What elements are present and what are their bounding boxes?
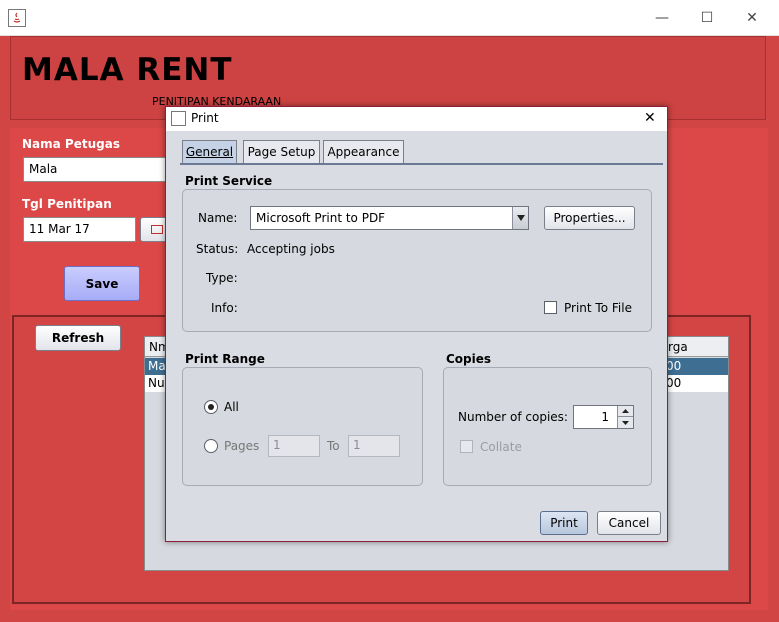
- collate-label[interactable]: Collate: [480, 440, 522, 454]
- java-icon: [171, 111, 186, 126]
- printer-select[interactable]: Microsoft Print to PDF: [250, 206, 529, 230]
- to-label: To: [327, 439, 340, 453]
- tab-page-setup[interactable]: Page Setup: [243, 140, 320, 163]
- pages-to-input[interactable]: 1: [348, 435, 400, 457]
- all-label[interactable]: All: [224, 400, 239, 414]
- all-radio[interactable]: [204, 400, 218, 414]
- info-label: Info:: [211, 301, 238, 315]
- save-button[interactable]: Save: [64, 266, 140, 301]
- brand-title: MALA RENT: [22, 52, 233, 88]
- dialog-close-button[interactable]: ✕: [644, 110, 656, 126]
- tab-divider: [180, 163, 663, 165]
- print-service-title: Print Service: [185, 174, 273, 188]
- calendar-button[interactable]: [140, 217, 168, 242]
- print-dialog: Print ✕ General Page Setup Appearance Pr…: [165, 106, 668, 542]
- type-label: Type:: [206, 271, 238, 285]
- copies-title: Copies: [446, 352, 492, 366]
- print-button[interactable]: Print: [540, 511, 588, 535]
- maximize-button[interactable]: ☐: [694, 6, 720, 30]
- tgl-input[interactable]: 11 Mar 17: [23, 217, 136, 242]
- cancel-button[interactable]: Cancel: [597, 511, 661, 535]
- table-cell[interactable]: 00: [666, 358, 728, 375]
- status-value: Accepting jobs: [247, 242, 335, 256]
- name-label: Name:: [198, 211, 238, 225]
- table-row[interactable]: Ma: [145, 358, 167, 375]
- calendar-icon: [151, 225, 163, 234]
- dialog-title: Print: [191, 111, 219, 125]
- table-header-right: rga: [666, 337, 728, 357]
- close-window-button[interactable]: ✕: [739, 6, 765, 30]
- table-row[interactable]: Nu: [145, 375, 167, 392]
- dialog-titlebar: Print ✕: [166, 107, 667, 131]
- refresh-button[interactable]: Refresh: [35, 325, 121, 351]
- chevron-down-icon[interactable]: [617, 417, 633, 428]
- copies-spinner[interactable]: 1: [573, 405, 634, 429]
- table-cell[interactable]: 00: [666, 375, 728, 392]
- window-titlebar: — ☐ ✕: [0, 0, 779, 36]
- chevron-up-icon[interactable]: [617, 406, 633, 417]
- print-range-group: [182, 367, 423, 486]
- print-to-file-label[interactable]: Print To File: [564, 301, 632, 315]
- petugas-label: Nama Petugas: [22, 137, 120, 151]
- status-label: Status:: [196, 242, 239, 256]
- tab-general[interactable]: General: [182, 140, 237, 163]
- petugas-input[interactable]: Mala: [23, 157, 173, 182]
- print-range-title: Print Range: [185, 352, 265, 366]
- number-of-copies-label: Number of copies:: [458, 410, 568, 424]
- table-header-left: Nm: [145, 337, 170, 357]
- pages-from-input[interactable]: 1: [268, 435, 320, 457]
- minimize-button[interactable]: —: [649, 6, 675, 30]
- pages-label[interactable]: Pages: [224, 439, 259, 453]
- print-to-file-checkbox[interactable]: [544, 301, 557, 314]
- pages-radio[interactable]: [204, 439, 218, 453]
- properties-button[interactable]: Properties...: [544, 206, 635, 230]
- chevron-down-icon[interactable]: [512, 207, 528, 229]
- java-icon: [8, 9, 26, 27]
- tab-appearance[interactable]: Appearance: [323, 140, 404, 163]
- tgl-label: Tgl Penitipan: [22, 197, 112, 211]
- collate-checkbox[interactable]: [460, 440, 473, 453]
